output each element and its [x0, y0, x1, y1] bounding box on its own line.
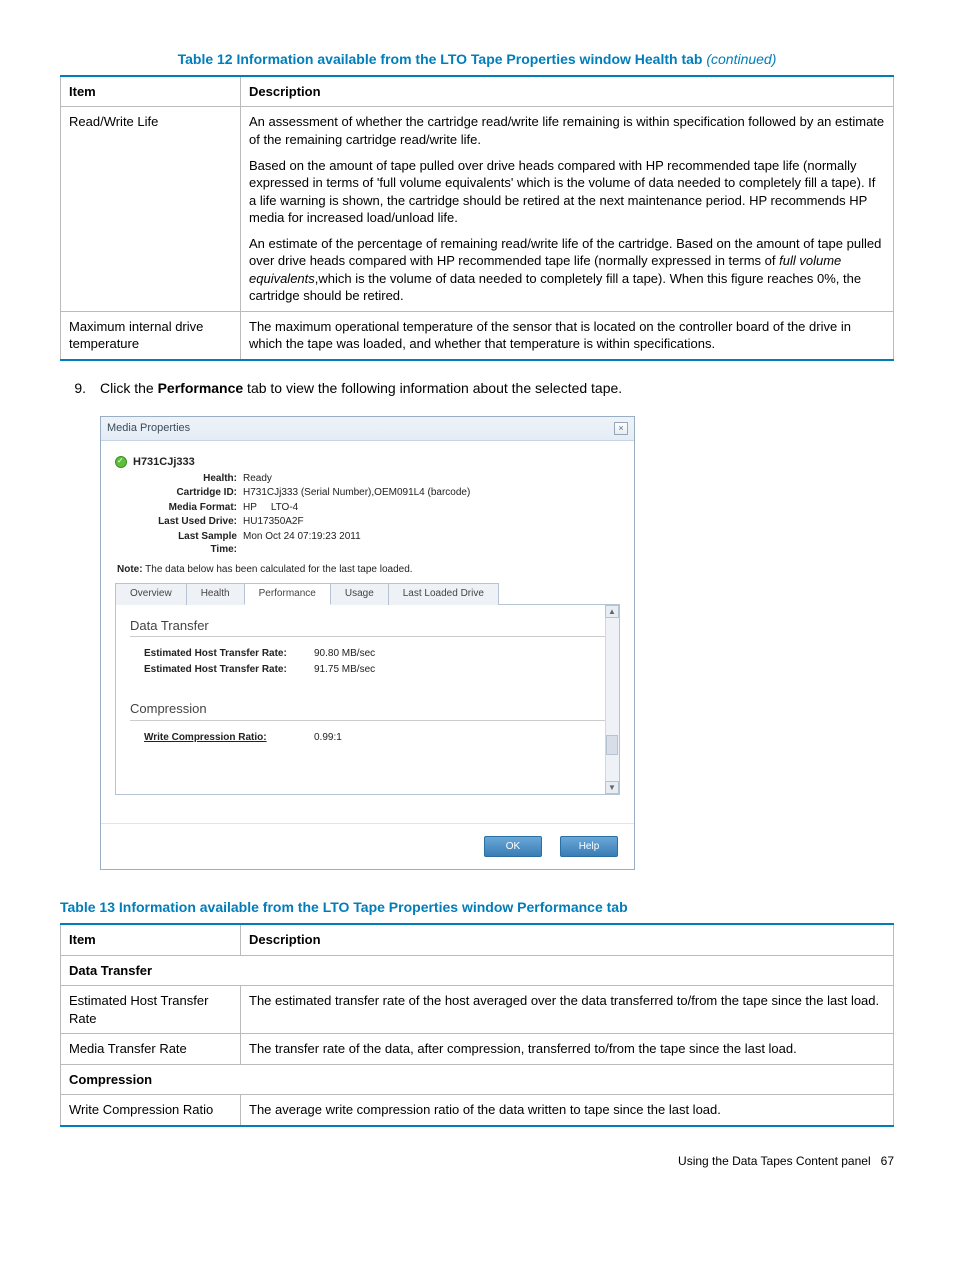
write-comp-ratio-label: Write Compression Ratio:: [144, 731, 314, 745]
lastdrive-value: HU17350A2F: [243, 515, 304, 529]
scroll-thumb[interactable]: [606, 735, 618, 755]
close-icon[interactable]: ×: [614, 422, 628, 435]
table12-continued: (continued): [706, 51, 776, 67]
lastdrive-label: Last Used Drive:: [151, 515, 243, 529]
tab-usage[interactable]: Usage: [330, 583, 389, 605]
table13-r1-item: Estimated Host Transfer Rate: [61, 986, 241, 1034]
step-text-before: Click the: [100, 380, 158, 396]
table13-header-item: Item: [61, 924, 241, 955]
dialog-model-name: H731CJj333: [133, 455, 195, 470]
format-type: LTO-4: [271, 502, 298, 513]
est-host-rate-1-label: Estimated Host Transfer Rate:: [144, 647, 314, 661]
est-host-rate-2-value: 91.75 MB/sec: [314, 663, 375, 677]
note-label: Note:: [117, 564, 143, 575]
table-row: Estimated Host Transfer Rate The estimat…: [61, 986, 894, 1034]
cartridge-label: Cartridge ID:: [151, 486, 243, 500]
table12: Item Description Read/Write Life An asse…: [60, 75, 894, 361]
table12-r1-desc: An assessment of whether the cartridge r…: [241, 107, 894, 311]
tab-performance[interactable]: Performance: [244, 583, 331, 605]
step-text-after: tab to view the following information ab…: [243, 380, 622, 396]
note-text: The data below has been calculated for t…: [145, 564, 412, 575]
table13-header-desc: Description: [241, 924, 894, 955]
table13-caption: Table 13 Information available from the …: [60, 898, 894, 917]
dialog-footer: OK Help: [101, 823, 634, 870]
step-number: 9.: [60, 379, 100, 398]
kv-row: Estimated Host Transfer Rate: 90.80 MB/s…: [144, 647, 605, 661]
tabstrip: Overview Health Performance Usage Last L…: [115, 582, 620, 605]
table12-r2-item: Maximum internal drive temperature: [61, 311, 241, 360]
footer-text: Using the Data Tapes Content panel: [678, 1154, 871, 1168]
table13: Item Description Data Transfer Estimated…: [60, 923, 894, 1127]
write-comp-ratio-value: 0.99:1: [314, 731, 342, 745]
info-row: Cartridge ID: H731CJj333 (Serial Number)…: [151, 486, 620, 500]
table-row: Media Transfer Rate The transfer rate of…: [61, 1034, 894, 1065]
table12-r1-p2: Based on the amount of tape pulled over …: [249, 157, 885, 227]
ok-button[interactable]: OK: [484, 836, 542, 858]
table13-r3-desc: The average write compression ratio of t…: [241, 1095, 894, 1126]
table-row: Read/Write Life An assessment of whether…: [61, 107, 894, 311]
section-data-transfer: Data Transfer: [130, 617, 605, 638]
footer-page: 67: [881, 1154, 894, 1168]
table12-r1-p3b: ,which is the volume of data needed to c…: [249, 271, 861, 304]
tab-health[interactable]: Health: [186, 583, 245, 605]
table-row: Data Transfer: [61, 955, 894, 986]
step-text: Click the Performance tab to view the fo…: [100, 379, 894, 398]
health-label: Health:: [151, 472, 243, 486]
table13-section-compression: Compression: [61, 1064, 894, 1095]
lastsample-label: Last Sample Time:: [151, 530, 243, 557]
table-row: Compression: [61, 1064, 894, 1095]
scroll-up-icon[interactable]: ▲: [605, 605, 619, 618]
section-compression: Compression: [130, 700, 605, 721]
kv-row: Estimated Host Transfer Rate: 91.75 MB/s…: [144, 663, 605, 677]
table-row: Maximum internal drive temperature The m…: [61, 311, 894, 360]
scroll-down-icon[interactable]: ▼: [605, 781, 619, 794]
dialog-title: Media Properties: [107, 421, 190, 436]
dialog-titlebar[interactable]: Media Properties ×: [101, 417, 634, 441]
page-footer: Using the Data Tapes Content panel 67: [60, 1153, 894, 1169]
table13-r1-desc: The estimated transfer rate of the host …: [241, 986, 894, 1034]
help-button[interactable]: Help: [560, 836, 618, 858]
table12-r2-desc: The maximum operational temperature of t…: [241, 311, 894, 360]
info-row: Last Sample Time: Mon Oct 24 07:19:23 20…: [151, 530, 620, 557]
scrollbar[interactable]: ▲ ▼: [605, 605, 619, 794]
table-row: Write Compression Ratio The average writ…: [61, 1095, 894, 1126]
est-host-rate-1-value: 90.80 MB/sec: [314, 647, 375, 661]
est-host-rate-2-label: Estimated Host Transfer Rate:: [144, 663, 314, 677]
table12-caption-text: Table 12 Information available from the …: [178, 51, 703, 67]
table13-section-data-transfer: Data Transfer: [61, 955, 894, 986]
note-line: Note: The data below has been calculated…: [117, 563, 620, 577]
dialog-body: H731CJj333 Health: Ready Cartridge ID: H…: [101, 441, 634, 823]
table12-r1-p3: An estimate of the percentage of remaini…: [249, 235, 885, 305]
table12-header-desc: Description: [241, 76, 894, 107]
table13-r2-item: Media Transfer Rate: [61, 1034, 241, 1065]
table12-caption: Table 12 Information available from the …: [60, 50, 894, 69]
media-properties-dialog: Media Properties × H731CJj333 Health: Re…: [100, 416, 635, 870]
dialog-model-line: H731CJj333: [115, 455, 620, 470]
format-value: HP LTO-4: [243, 501, 298, 515]
step-bold: Performance: [158, 380, 244, 396]
info-row: Health: Ready: [151, 472, 620, 486]
format-vendor: HP: [243, 502, 257, 513]
table12-r1-p1: An assessment of whether the cartridge r…: [249, 113, 885, 148]
table12-header-item: Item: [61, 76, 241, 107]
step-9: 9. Click the Performance tab to view the…: [60, 379, 894, 398]
status-ok-icon: [115, 456, 127, 468]
tab-last-loaded-drive[interactable]: Last Loaded Drive: [388, 583, 499, 605]
tab-overview[interactable]: Overview: [115, 583, 187, 605]
cartridge-value: H731CJj333 (Serial Number),OEM091L4 (bar…: [243, 486, 470, 500]
tab-pane-performance: Data Transfer Estimated Host Transfer Ra…: [115, 605, 620, 795]
table13-r3-item: Write Compression Ratio: [61, 1095, 241, 1126]
table12-r1-item: Read/Write Life: [61, 107, 241, 311]
lastsample-value: Mon Oct 24 07:19:23 2011: [243, 530, 361, 557]
table13-r2-desc: The transfer rate of the data, after com…: [241, 1034, 894, 1065]
kv-row: Write Compression Ratio: 0.99:1: [144, 731, 605, 745]
health-value: Ready: [243, 472, 272, 486]
format-label: Media Format:: [151, 501, 243, 515]
info-row: Last Used Drive: HU17350A2F: [151, 515, 620, 529]
info-row: Media Format: HP LTO-4: [151, 501, 620, 515]
